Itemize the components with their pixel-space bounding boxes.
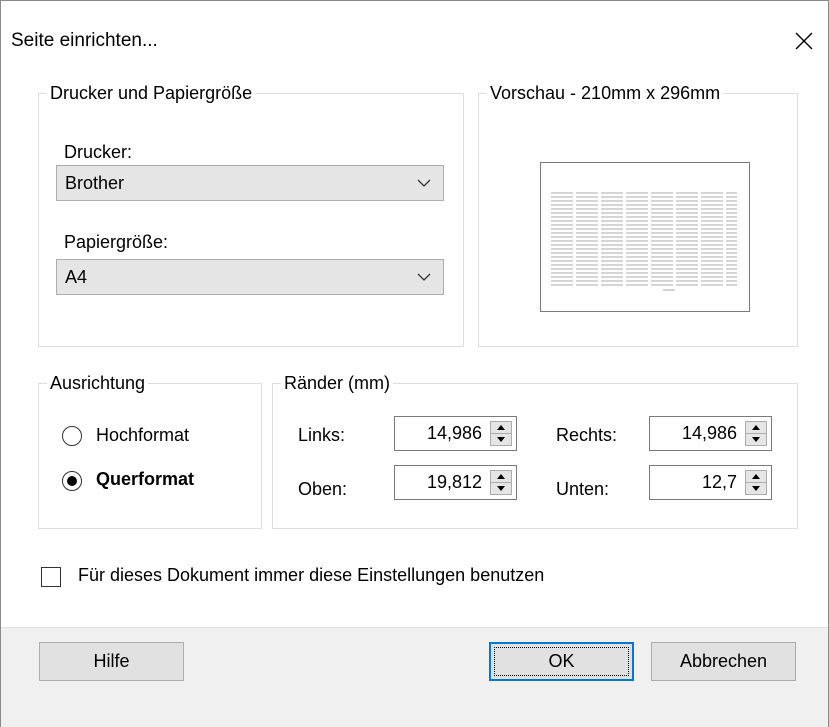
caret-down-icon <box>497 486 505 491</box>
chevron-down-icon <box>417 273 431 281</box>
margin-top-value: 19,812 <box>426 472 482 492</box>
margin-right-spin-buttons <box>745 421 767 446</box>
margin-left-spin-buttons <box>490 421 512 446</box>
dialog-content: Drucker und Papiergröße Drucker: Brother… <box>1 77 828 627</box>
printer-paper-group: Drucker und Papiergröße <box>38 83 464 347</box>
caret-down-icon <box>752 486 760 491</box>
margin-right-label: Rechts: <box>556 425 618 445</box>
margin-top-spin-buttons <box>490 470 512 495</box>
margin-bottom-spinner[interactable]: 12,7 <box>649 465 772 500</box>
caret-up-icon <box>752 474 760 479</box>
paper-size-dropdown-value: A4 <box>65 267 88 287</box>
close-button[interactable] <box>784 23 824 59</box>
caret-up-icon <box>752 425 760 430</box>
margin-right-spinner[interactable]: 14,986 <box>649 416 772 451</box>
margins-group: Ränder (mm) <box>272 373 798 529</box>
cancel-button[interactable]: Abbrechen <box>651 642 796 681</box>
landscape-label[interactable]: Querformat <box>96 469 194 490</box>
preview-legend: Vorschau - 210mm x 296mm <box>490 83 721 103</box>
printer-dropdown-value: Brother <box>65 173 125 193</box>
margin-bottom-label: Unten: <box>556 479 610 499</box>
margin-top-increment[interactable] <box>491 471 511 483</box>
page-setup-dialog: Seite einrichten... Drucker und Papiergr… <box>0 0 829 727</box>
margin-left-value: 14,986 <box>426 423 482 443</box>
portrait-radio[interactable] <box>62 426 82 446</box>
margin-right-value: 14,986 <box>681 423 737 443</box>
margins-legend: Ränder (mm) <box>284 373 391 393</box>
printer-paper-legend: Drucker und Papiergröße <box>50 83 253 103</box>
chevron-down-icon <box>417 179 431 187</box>
orientation-legend: Ausrichtung <box>50 373 146 393</box>
printer-label: Drucker: <box>64 142 133 162</box>
paper-size-dropdown[interactable]: A4 <box>56 259 444 295</box>
page-preview <box>540 162 750 312</box>
margin-left-decrement[interactable] <box>491 434 511 445</box>
portrait-label[interactable]: Hochformat <box>96 425 189 446</box>
dialog-footer: Hilfe OK Abbrechen <box>1 627 828 727</box>
margin-bottom-spin-buttons <box>745 470 767 495</box>
orientation-group: Ausrichtung <box>38 373 262 529</box>
close-icon <box>795 32 813 50</box>
caret-down-icon <box>752 437 760 442</box>
margin-left-increment[interactable] <box>491 422 511 434</box>
dialog-title: Seite einrichten... <box>11 30 158 51</box>
margin-bottom-value: 12,7 <box>701 472 737 492</box>
help-button[interactable]: Hilfe <box>39 642 184 681</box>
preview-text-lines <box>551 192 737 291</box>
margin-top-label: Oben: <box>298 479 348 499</box>
margin-right-decrement[interactable] <box>746 434 766 445</box>
landscape-radio[interactable] <box>62 471 82 491</box>
margin-right-increment[interactable] <box>746 422 766 434</box>
title-bar: Seite einrichten... <box>1 1 828 77</box>
always-use-settings-checkbox[interactable] <box>41 567 61 587</box>
paper-size-label: Papiergröße: <box>64 232 169 252</box>
caret-up-icon <box>497 474 505 479</box>
ok-button[interactable]: OK <box>489 642 634 681</box>
caret-up-icon <box>497 425 505 430</box>
margin-top-spinner[interactable]: 19,812 <box>394 465 517 500</box>
margin-left-label: Links: <box>298 425 346 445</box>
caret-down-icon <box>497 437 505 442</box>
margin-bottom-increment[interactable] <box>746 471 766 483</box>
focus-rectangle <box>494 647 629 676</box>
always-use-settings-label[interactable]: Für dieses Dokument immer diese Einstell… <box>78 565 544 586</box>
margin-bottom-decrement[interactable] <box>746 483 766 494</box>
margin-top-decrement[interactable] <box>491 483 511 494</box>
printer-dropdown[interactable]: Brother <box>56 165 444 201</box>
margin-left-spinner[interactable]: 14,986 <box>394 416 517 451</box>
